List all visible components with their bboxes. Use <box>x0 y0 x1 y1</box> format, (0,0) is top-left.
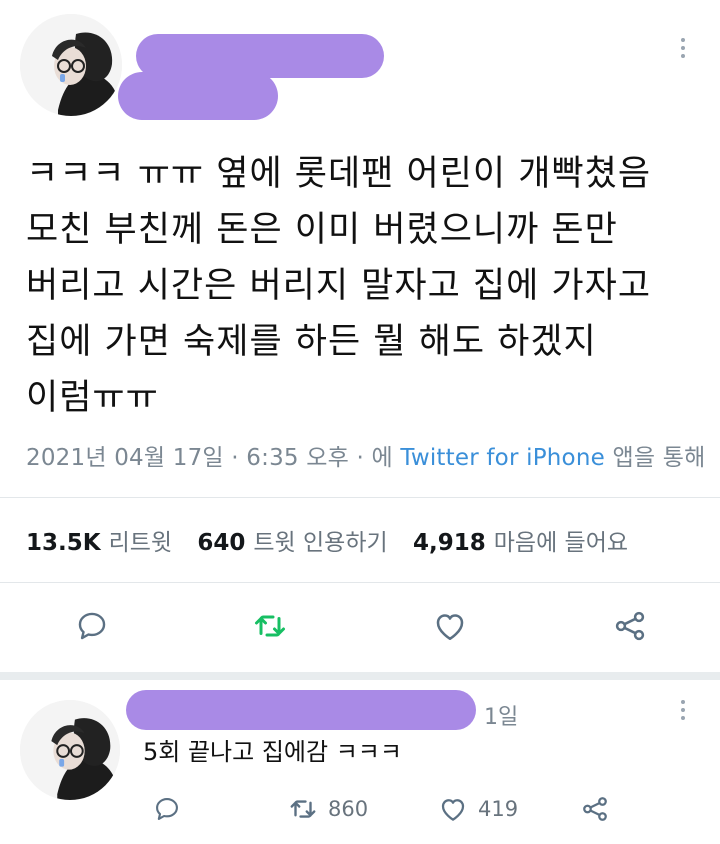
retweets-stat[interactable]: 13.5K 리트윗 <box>26 530 190 556</box>
retweet-label: 리트윗 <box>108 530 173 556</box>
redacted-reply-name <box>126 690 476 730</box>
tweet-source-link[interactable]: Twitter for iPhone <box>400 445 605 471</box>
retweet-count: 13.5K <box>26 530 101 556</box>
tweet-timestamp[interactable]: 2021년 04월 17일 · 6:35 오후 <box>26 445 349 471</box>
author-avatar[interactable] <box>20 14 122 116</box>
likes-stat[interactable]: 4,918 마음에 들어요 <box>413 530 646 556</box>
redacted-username <box>118 72 278 120</box>
more-vertical-icon[interactable] <box>677 34 689 62</box>
tweet-text: ㅋㅋㅋ ㅠㅠ 옆에 롯데팬 어린이 개빡쳤음 모친 부친께 돈은 이미 버렸으니… <box>26 154 652 418</box>
via-prefix: · 에 <box>348 445 401 471</box>
via-suffix: 앱을 통해 <box>604 445 706 471</box>
reply-retweet-count: 860 <box>328 797 369 821</box>
like-button[interactable] <box>430 606 470 646</box>
comment-icon <box>78 612 106 640</box>
share-icon <box>583 797 607 821</box>
heart-icon <box>441 799 465 821</box>
like-label: 마음에 들어요 <box>493 530 629 556</box>
reply-author-avatar[interactable] <box>20 700 120 800</box>
reply-reply-button[interactable] <box>150 792 184 826</box>
reply-retweet-button[interactable]: 860 <box>288 792 368 826</box>
divider <box>0 582 720 583</box>
quote-count: 640 <box>197 530 246 556</box>
reply-share-button[interactable] <box>578 792 612 826</box>
share-icon <box>615 611 645 641</box>
retweet-button[interactable] <box>250 606 290 646</box>
comment-icon <box>156 798 178 820</box>
divider <box>0 497 720 498</box>
like-count: 4,918 <box>412 530 486 556</box>
retweet-icon <box>290 800 316 818</box>
more-vertical-icon[interactable] <box>677 696 689 724</box>
reply-like-button[interactable]: 419 <box>438 792 518 826</box>
thread-separator <box>0 672 720 680</box>
quote-label: 트윗 인용하기 <box>253 530 388 556</box>
share-button[interactable] <box>610 606 650 646</box>
reply-text: 5회 끝나고 집에감 ㅋㅋㅋ <box>143 738 402 766</box>
quotes-stat[interactable]: 640 트윗 인용하기 <box>197 530 405 556</box>
reply-button[interactable] <box>72 606 112 646</box>
reply-like-count: 419 <box>478 797 519 821</box>
reply-time: 1일 <box>484 705 519 730</box>
tweet-stats: 13.5K 리트윗 640 트윗 인용하기 4,918 마음에 들어요 <box>26 523 646 557</box>
heart-icon <box>436 614 464 641</box>
tweet-meta: 2021년 04월 17일 · 6:35 오후 · 에 Twitter for … <box>26 438 705 472</box>
retweet-icon <box>255 615 285 637</box>
